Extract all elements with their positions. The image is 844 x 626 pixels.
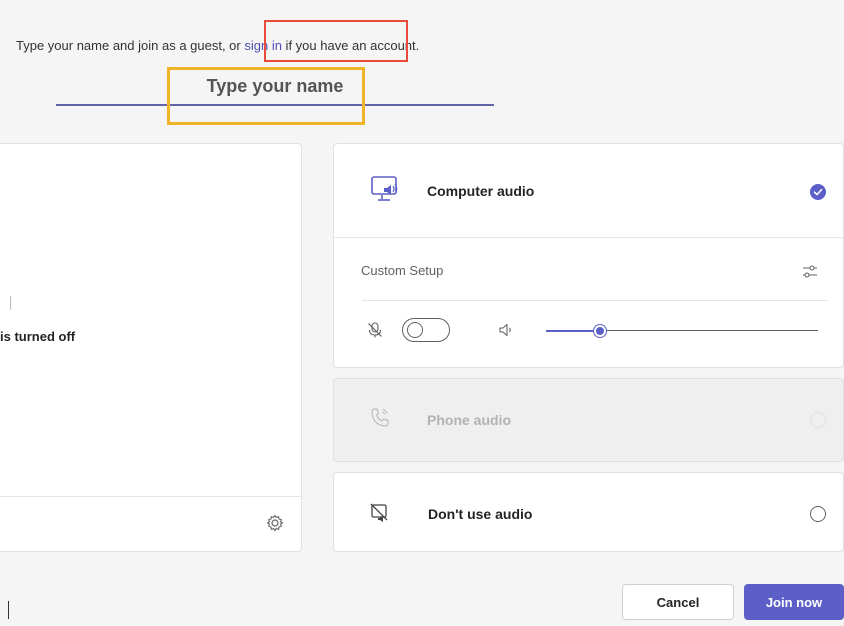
annotation-box-name <box>167 67 365 125</box>
no-audio-icon <box>369 502 391 529</box>
phone-audio-icon <box>368 406 392 435</box>
cancel-button[interactable]: Cancel <box>622 584 734 620</box>
phone-audio-radio[interactable] <box>810 412 826 428</box>
microphone-toggle[interactable] <box>402 318 450 342</box>
camera-off-status: is turned off <box>0 329 76 344</box>
computer-audio-selected-indicator[interactable] <box>810 184 826 200</box>
no-audio-radio[interactable] <box>810 506 826 522</box>
speaker-icon <box>497 321 515 344</box>
preview-divider <box>10 296 11 310</box>
device-settings-button[interactable] <box>265 513 285 533</box>
audio-card-divider <box>334 237 843 238</box>
toggle-knob <box>407 322 423 338</box>
custom-setup-settings-button[interactable] <box>801 263 819 286</box>
gear-icon <box>266 514 284 532</box>
video-preview-panel <box>0 143 302 552</box>
volume-slider-track[interactable] <box>600 330 818 331</box>
annotation-box-sign-in <box>264 20 408 62</box>
custom-setup-divider <box>362 300 828 301</box>
preview-toolbar-divider <box>0 496 302 497</box>
volume-slider-fill <box>546 330 600 332</box>
no-audio-label: Don't use audio <box>428 506 533 522</box>
checkmark-icon <box>813 188 823 196</box>
computer-audio-label: Computer audio <box>427 183 535 199</box>
computer-audio-icon <box>370 173 402 210</box>
mic-off-icon <box>366 321 384 344</box>
join-now-button[interactable]: Join now <box>744 584 844 620</box>
sliders-icon <box>803 265 817 278</box>
custom-setup-label: Custom Setup <box>361 263 444 278</box>
prompt-text-start: Type your name and join as a guest, or <box>16 38 245 53</box>
no-audio-option[interactable] <box>333 472 844 552</box>
phone-audio-option[interactable] <box>333 378 844 462</box>
volume-slider-thumb[interactable] <box>594 325 606 337</box>
text-cursor-marker <box>8 601 9 619</box>
phone-audio-label: Phone audio <box>427 412 511 428</box>
